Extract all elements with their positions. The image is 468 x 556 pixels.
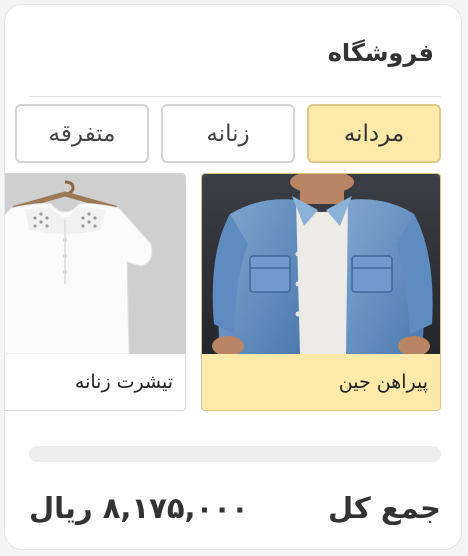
tab-women-label: زنانه — [206, 120, 250, 147]
product-card-denim-shirt[interactable]: پیراهن جین — [201, 173, 441, 411]
tab-women[interactable]: زنانه — [161, 104, 295, 163]
scroll-track[interactable] — [29, 446, 441, 462]
product-card-women-tshirt[interactable]: تیشرت زنانه — [5, 173, 186, 411]
tab-misc[interactable]: متفرقه — [15, 104, 149, 163]
white-blouse-image — [5, 174, 185, 354]
tab-men[interactable]: مردانه — [307, 104, 441, 163]
product-list: پیراهن جین تیشرت زنانه — [5, 173, 441, 411]
denim-shirt-image — [202, 174, 440, 354]
total-value: ۸,۱۷۵,۰۰۰ ریال — [29, 491, 249, 525]
title-divider — [29, 96, 441, 97]
product-name-women-tshirt: تیشرت زنانه — [74, 371, 173, 393]
shop-card: فروشگاه مردانه زنانه متفرقه پیراهن جین ت… — [4, 4, 462, 550]
product-name-denim-shirt: پیراهن جین — [202, 354, 440, 410]
tab-men-label: مردانه — [343, 120, 405, 147]
total-label: جمع کل — [328, 491, 441, 525]
page-title: فروشگاه — [327, 39, 434, 67]
tab-misc-label: متفرقه — [48, 120, 116, 147]
